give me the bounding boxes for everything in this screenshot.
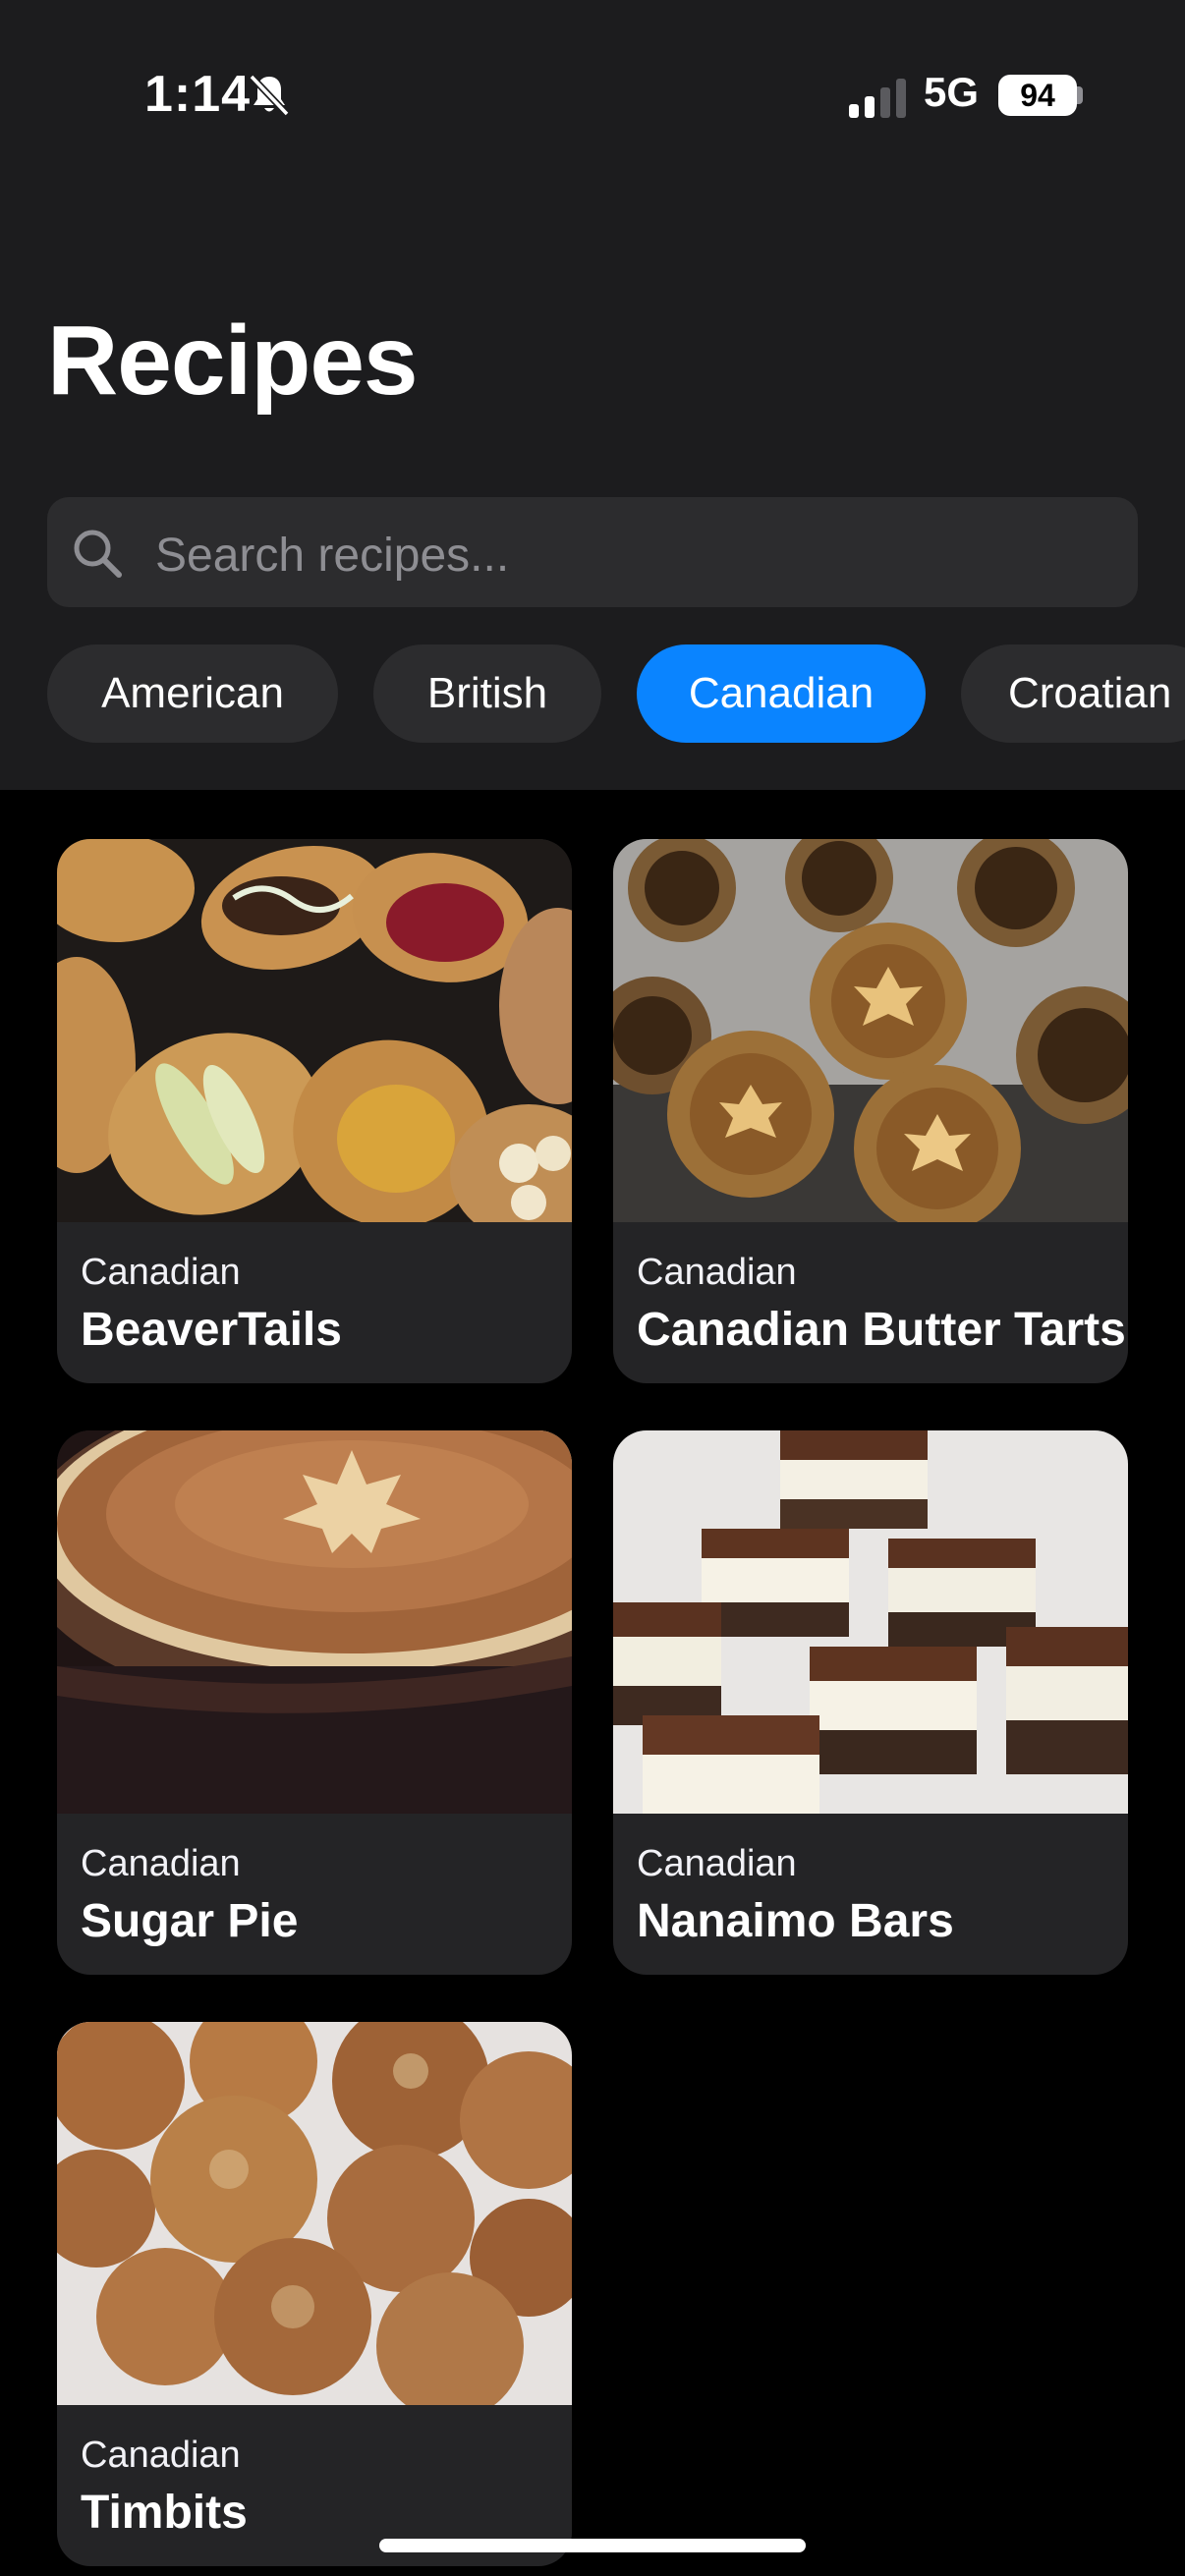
filter-chip-american[interactable]: American (47, 644, 338, 743)
filter-chip-british[interactable]: British (373, 644, 601, 743)
recipe-cuisine: Canadian (81, 2435, 241, 2476)
search-icon (74, 530, 122, 578)
recipe-name: Nanaimo Bars (637, 1895, 954, 1947)
battery-level: 94 (998, 75, 1077, 116)
recipe-card[interactable]: Canadian Canadian Butter Tarts (613, 839, 1128, 1383)
recipe-name: BeaverTails (81, 1304, 342, 1356)
recipe-photo (57, 839, 572, 1222)
recipe-photo (613, 839, 1128, 1222)
recipe-card[interactable]: Canadian BeaverTails (57, 839, 572, 1383)
recipe-card[interactable]: Canadian Sugar Pie (57, 1430, 572, 1975)
recipe-card[interactable]: Canadian Nanaimo Bars (613, 1430, 1128, 1975)
network-type: 5G (924, 69, 980, 115)
recipe-card[interactable]: Canadian Timbits (57, 2022, 572, 2566)
page-title: Recipes (47, 306, 419, 416)
recipe-photo (613, 1430, 1128, 1814)
home-indicator[interactable] (379, 2539, 806, 2552)
status-bar: 1:14 5G 94 (0, 0, 1185, 196)
battery-icon (1077, 86, 1083, 104)
recipe-cuisine: Canadian (81, 1252, 241, 1293)
cuisine-filter-bar: American British Canadian Croatian (0, 644, 1185, 743)
recipe-cuisine: Canadian (637, 1252, 797, 1293)
filter-chip-canadian[interactable]: Canadian (637, 644, 926, 743)
recipe-name: Timbits (81, 2487, 248, 2539)
filter-chip-croatian[interactable]: Croatian (961, 644, 1185, 743)
bell-slash-icon (249, 74, 290, 117)
recipe-name: Sugar Pie (81, 1895, 299, 1947)
header: 1:14 5G 94 Recipes Search recipes... Ame… (0, 0, 1185, 790)
recipe-name: Canadian Butter Tarts (637, 1304, 1126, 1356)
recipe-photo (57, 1430, 572, 1814)
recipe-cuisine: Canadian (81, 1843, 241, 1884)
search-placeholder: Search recipes... (155, 530, 510, 582)
recipe-photo (57, 2022, 572, 2405)
cellular-signal-icon (849, 79, 906, 118)
status-time: 1:14 (144, 66, 252, 123)
recipe-cuisine: Canadian (637, 1843, 797, 1884)
search-input[interactable]: Search recipes... (47, 497, 1138, 607)
